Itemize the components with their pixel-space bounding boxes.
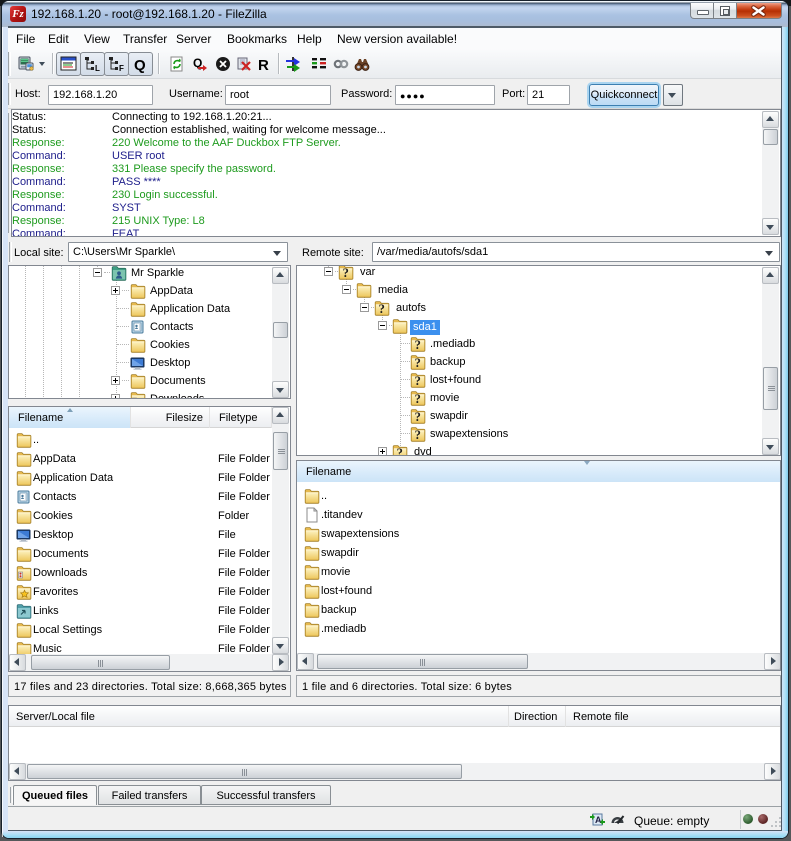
svg-text:Q: Q [134,57,146,73]
svg-text:R: R [258,57,269,72]
svg-text:L: L [95,64,100,73]
svg-text:A: A [595,815,602,825]
svg-text:F: F [119,64,124,73]
